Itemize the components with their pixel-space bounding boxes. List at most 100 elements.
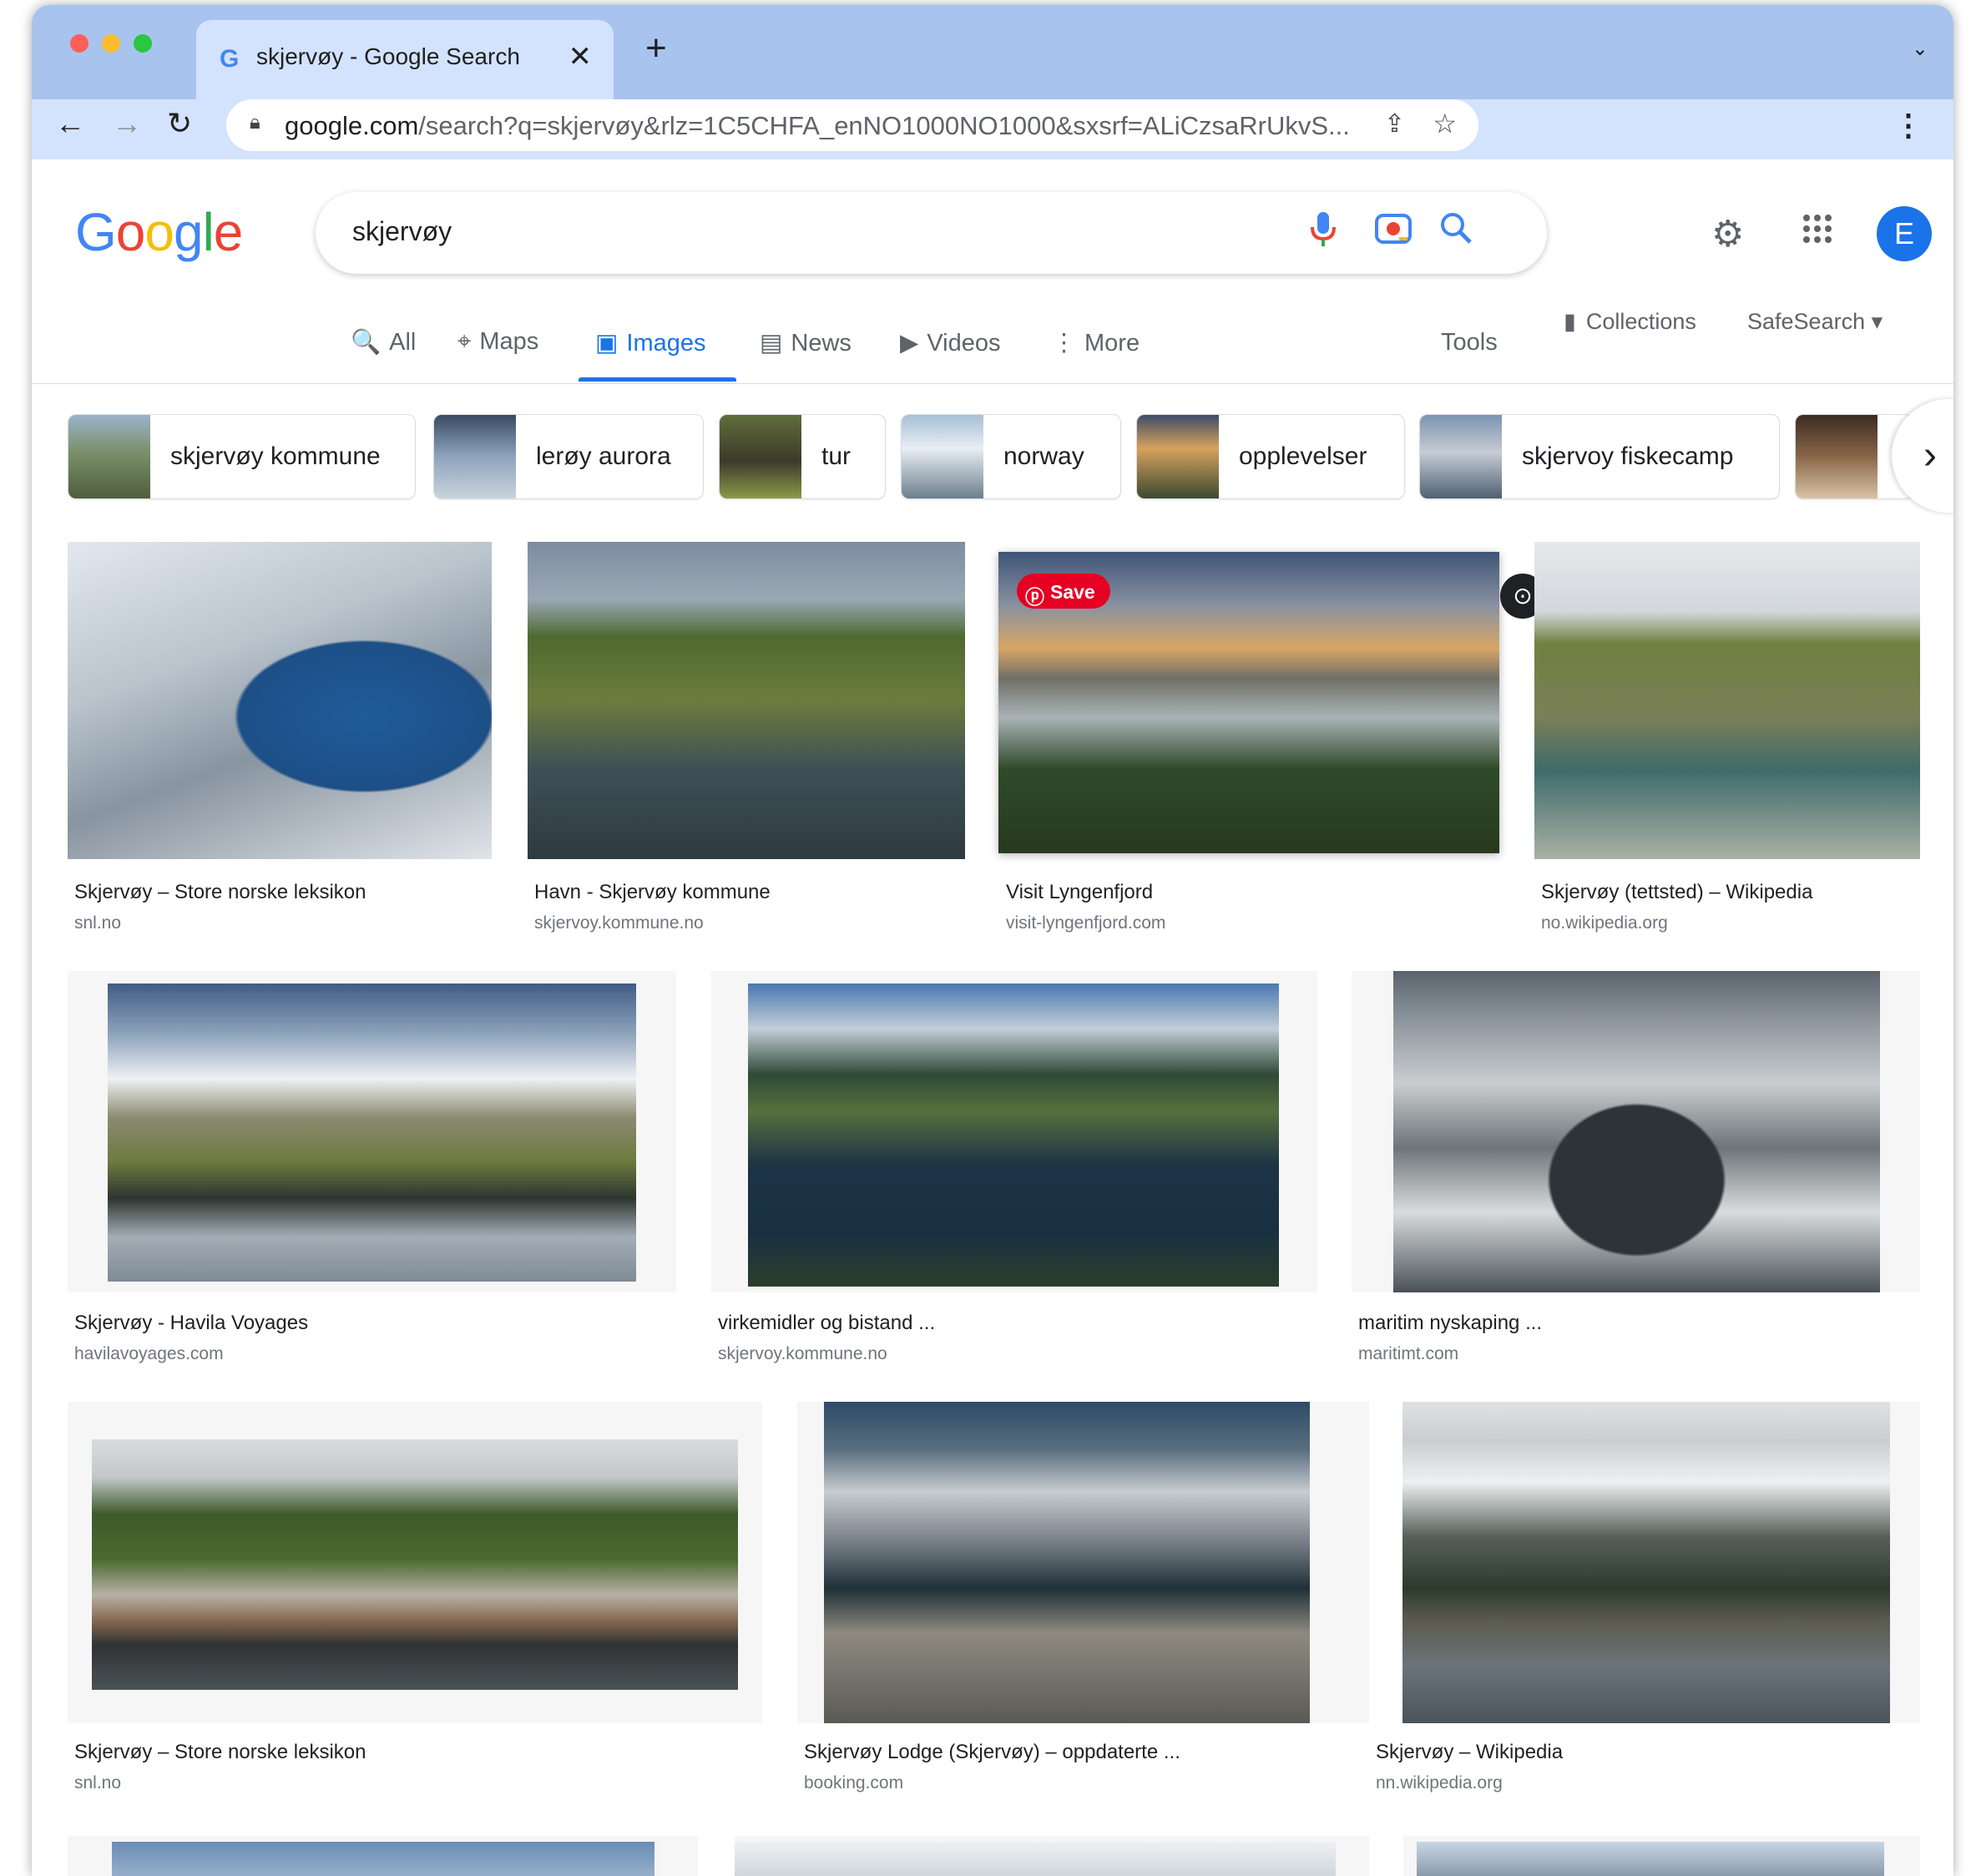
chip-thumbnail xyxy=(720,415,801,498)
result-source[interactable]: nn.wikipedia.org xyxy=(1376,1773,1503,1793)
chip-tur[interactable]: tur xyxy=(719,414,886,499)
result-caption[interactable]: Skjervøy – Store norske leksikon xyxy=(74,1741,366,1764)
result-source[interactable]: snl.no xyxy=(74,913,121,933)
result-caption[interactable]: Skjervøy (tettsted) – Wikipedia xyxy=(1541,881,1812,904)
collections-button[interactable]: ▮ Collections xyxy=(1564,309,1696,335)
url-text: google.com/search?q=skjervøy&rlz=1C5CHFA… xyxy=(285,111,1350,140)
result-caption[interactable]: Havn - Skjervøy kommune xyxy=(534,881,771,904)
share-icon[interactable]: ⇪ xyxy=(1384,109,1405,139)
image-icon: ▣ xyxy=(595,330,619,356)
result-image[interactable] xyxy=(528,542,965,859)
bookmark-star-icon[interactable]: ☆ xyxy=(1433,108,1457,139)
chip-skjervoy-kommune[interactable]: skjervøy kommune xyxy=(68,414,416,499)
logo-letter: l xyxy=(202,202,215,262)
browser-toolbar: ← → ↻ 🔒︎ google.com/search?q=skjervøy&rl… xyxy=(32,99,1953,159)
search-input[interactable]: skjervøy xyxy=(352,216,452,247)
voice-search-icon[interactable] xyxy=(1309,210,1337,257)
tab-strip: G skjervøy - Google Search ✕ + ⌄ xyxy=(32,5,1953,99)
result-caption[interactable]: Skjervøy – Store norske leksikon xyxy=(74,881,366,904)
google-favicon-icon: G xyxy=(220,45,240,73)
result-source[interactable]: skjervoy.kommune.no xyxy=(718,1344,887,1364)
play-icon: ▶ xyxy=(900,330,919,356)
tab-search-chevron-icon[interactable]: ⌄ xyxy=(1912,37,1928,61)
chip-thumbnail xyxy=(1420,415,1502,498)
close-window-button[interactable] xyxy=(70,34,88,53)
result-image[interactable] xyxy=(92,1439,738,1690)
browser-menu-icon[interactable]: ⋮ xyxy=(1893,108,1923,143)
logo-letter: G xyxy=(75,202,117,262)
avatar[interactable]: E xyxy=(1877,206,1932,261)
result-image[interactable] xyxy=(735,1842,1336,1876)
chip-opplevelser[interactable]: opplevelser xyxy=(1136,414,1405,499)
tab-close-icon[interactable]: ✕ xyxy=(569,40,593,73)
result-image[interactable] xyxy=(748,984,1279,1287)
result-caption[interactable]: Skjervøy Lodge (Skjervøy) – oppdaterte .… xyxy=(804,1741,1180,1764)
result-image[interactable] xyxy=(112,1842,654,1876)
browser-window: G skjervøy - Google Search ✕ + ⌄ ← → ↻ 🔒… xyxy=(32,5,1953,1876)
result-source[interactable]: booking.com xyxy=(804,1773,903,1793)
chip-thumbnail xyxy=(902,415,983,498)
result-source[interactable]: havilavoyages.com xyxy=(74,1344,224,1364)
chevron-right-icon: › xyxy=(1923,433,1937,478)
tab-images[interactable]: ▣ Images xyxy=(595,328,706,357)
result-caption[interactable]: Skjervøy - Havila Voyages xyxy=(74,1312,308,1335)
apps-grid-icon[interactable] xyxy=(1802,213,1833,253)
camera-search-icon[interactable] xyxy=(1374,210,1413,254)
result-source[interactable]: skjervoy.kommune.no xyxy=(534,913,704,933)
active-tab-indicator xyxy=(579,377,736,382)
chip-thumbnail xyxy=(68,415,150,498)
chip-skjervoy-fiskecamp[interactable]: skjervoy fiskecamp xyxy=(1419,414,1780,499)
result-image[interactable] xyxy=(1417,1842,1884,1876)
forward-arrow-icon[interactable]: → xyxy=(112,106,142,141)
result-caption[interactable]: maritim nyskaping ... xyxy=(1358,1312,1542,1335)
result-source[interactable]: snl.no xyxy=(74,1773,121,1793)
result-image[interactable] xyxy=(108,984,636,1282)
tab-news[interactable]: ▤ News xyxy=(760,328,852,357)
minimize-window-button[interactable] xyxy=(102,34,120,53)
chip-thumbnail xyxy=(1137,415,1219,498)
tab-title: skjervøy - Google Search xyxy=(256,43,520,69)
result-caption[interactable]: Skjervøy – Wikipedia xyxy=(1376,1741,1563,1764)
tab-all[interactable]: 🔍 All xyxy=(351,328,416,356)
logo-letter: o xyxy=(144,202,174,262)
news-icon: ▤ xyxy=(760,330,783,356)
search-icon: 🔍 xyxy=(351,329,382,356)
safesearch-dropdown[interactable]: SafeSearch ▾ xyxy=(1747,309,1883,335)
result-source[interactable]: maritimt.com xyxy=(1358,1344,1458,1364)
result-caption[interactable]: virkemidler og bistand ... xyxy=(718,1312,935,1335)
result-image[interactable] xyxy=(824,1402,1310,1723)
tab-more[interactable]: ⋮ More xyxy=(1052,328,1140,357)
lock-icon: 🔒︎ xyxy=(250,111,260,134)
pinterest-save-button[interactable]: ⓟ Save xyxy=(1017,574,1110,609)
result-source[interactable]: visit-lyngenfjord.com xyxy=(1006,913,1165,933)
address-bar[interactable]: 🔒︎ google.com/search?q=skjervøy&rlz=1C5C… xyxy=(226,99,1478,151)
divider xyxy=(32,383,1953,384)
search-icon[interactable] xyxy=(1438,210,1473,254)
reload-icon[interactable]: ↻ xyxy=(167,106,192,141)
result-image[interactable] xyxy=(1402,1402,1890,1723)
result-caption[interactable]: Visit Lyngenfjord xyxy=(1006,881,1153,904)
chip-leroy-aurora[interactable]: lerøy aurora xyxy=(433,414,704,499)
result-source[interactable]: no.wikipedia.org xyxy=(1541,913,1668,933)
pinterest-icon: ⓟ xyxy=(1025,586,1044,608)
chip-thumbnail xyxy=(434,415,516,498)
new-tab-button[interactable]: + xyxy=(645,30,667,67)
result-image[interactable] xyxy=(1393,971,1880,1292)
tab-maps[interactable]: ⌖ Maps xyxy=(457,328,538,356)
google-logo[interactable]: Google xyxy=(75,201,244,263)
result-image[interactable] xyxy=(1534,542,1920,859)
tools-button[interactable]: Tools xyxy=(1441,329,1498,356)
logo-letter: g xyxy=(173,202,204,262)
tab-videos[interactable]: ▶ Videos xyxy=(900,328,1000,357)
back-arrow-icon[interactable]: ← xyxy=(55,106,85,141)
browser-tab[interactable]: G skjervøy - Google Search ✕ xyxy=(196,20,614,99)
chip-thumbnail xyxy=(1796,415,1878,498)
more-dots-icon: ⋮ xyxy=(1052,330,1076,356)
settings-gear-icon[interactable]: ⚙ xyxy=(1711,213,1744,255)
chip-norway[interactable]: norway xyxy=(901,414,1121,499)
logo-letter: o xyxy=(115,202,146,262)
search-box[interactable]: skjervøy xyxy=(316,192,1547,274)
logo-letter: e xyxy=(213,202,244,262)
maximize-window-button[interactable] xyxy=(134,34,152,53)
result-image[interactable] xyxy=(68,542,492,859)
